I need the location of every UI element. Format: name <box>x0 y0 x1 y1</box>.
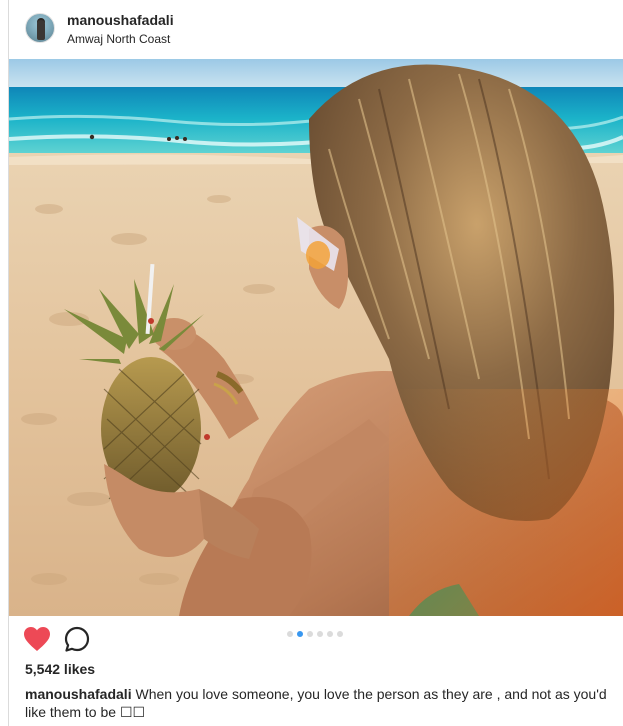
post-photo[interactable] <box>9 59 623 616</box>
carousel-dot-active[interactable] <box>297 631 303 637</box>
heart-icon <box>24 627 50 651</box>
carousel-dot[interactable] <box>337 631 343 637</box>
carousel-indicator <box>287 631 343 637</box>
post-username[interactable]: manoushafadali <box>67 12 174 28</box>
carousel-dot[interactable] <box>317 631 323 637</box>
carousel-dot[interactable] <box>307 631 313 637</box>
avatar[interactable] <box>25 13 55 43</box>
post-actions <box>9 616 623 662</box>
comment-icon <box>64 626 90 652</box>
post-header: manoushafadali Amwaj North Coast <box>9 0 623 58</box>
post-location[interactable]: Amwaj North Coast <box>67 32 170 46</box>
carousel-dot[interactable] <box>327 631 333 637</box>
post-caption: manoushafadali When you love someone, yo… <box>25 685 615 721</box>
avatar-figure-body <box>37 20 45 40</box>
caption-username[interactable]: manoushafadali <box>25 686 132 702</box>
beach-photo-illustration <box>9 59 623 616</box>
likes-count[interactable]: 5,542 likes <box>25 661 95 677</box>
comment-button[interactable] <box>64 626 90 652</box>
like-button[interactable] <box>23 626 51 652</box>
instagram-post: manoushafadali Amwaj North Coast 5,542 l… <box>0 0 623 726</box>
carousel-dot[interactable] <box>287 631 293 637</box>
